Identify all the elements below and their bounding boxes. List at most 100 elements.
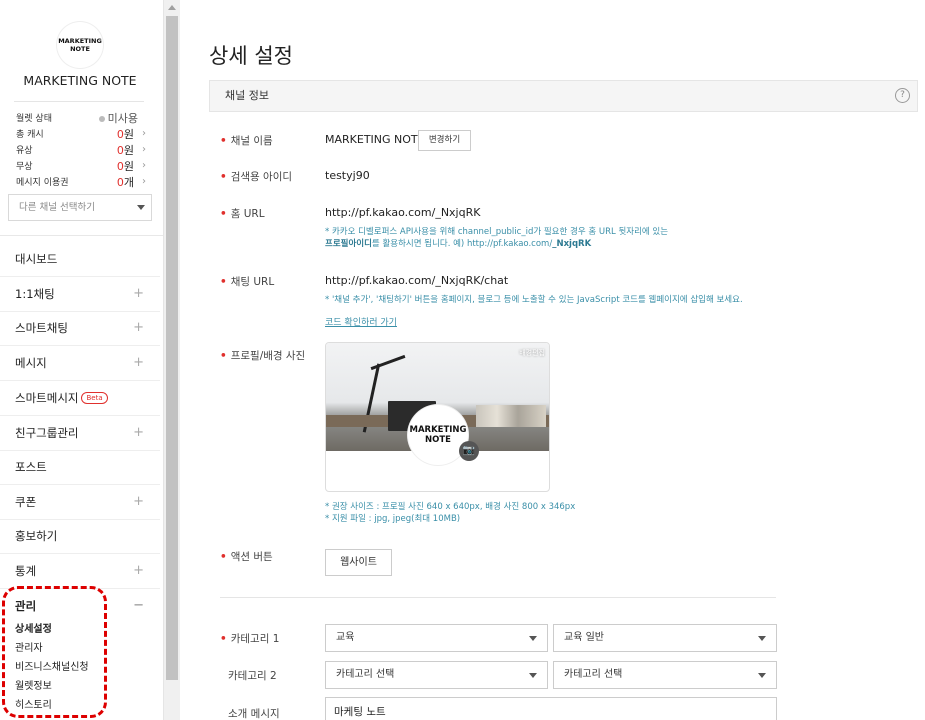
message-voucher-label: 메시지 이용권 <box>16 178 69 188</box>
code-check-link[interactable]: 코드 확인하러 가기 <box>325 315 397 328</box>
profile-photo[interactable]: MARKETING NOTE <box>408 405 468 465</box>
paid-cash-row[interactable]: 유상 0원 › <box>16 144 150 158</box>
category1-sub-value: 교육 일반 <box>564 632 604 643</box>
help-icon[interactable]: ? <box>895 88 910 103</box>
category1-label: • 카테고리 1 <box>220 631 279 646</box>
menu-smart-message[interactable]: 스마트메시지 Beta <box>0 381 160 416</box>
menu-smart-chat[interactable]: 스마트채팅 + <box>0 311 160 346</box>
channel-select-placeholder: 다른 채널 선택하기 <box>19 202 95 213</box>
channel-select[interactable]: 다른 채널 선택하기 <box>8 194 152 221</box>
category1-sub-select[interactable]: 교육 일반 <box>553 624 777 652</box>
wallet-status-label: 월렛 상태 <box>16 114 52 124</box>
profile-logo-line1: MARKETING <box>409 425 467 435</box>
plus-icon[interactable]: + <box>133 311 144 345</box>
search-id-label: • 검색용 아이디 <box>220 169 292 184</box>
profile-id-term: 프로필아이디 <box>325 239 372 249</box>
message-voucher-row[interactable]: 메시지 이용권 0개 › <box>16 176 150 190</box>
scrollbar-thumb[interactable] <box>166 16 178 680</box>
chat-url-note: * '채널 추가', '채팅하기' 버튼을 홈페이지, 블로그 등에 노출할 수… <box>325 295 743 305</box>
action-button-label: • 액션 버튼 <box>220 549 273 564</box>
plus-icon[interactable]: + <box>133 416 144 450</box>
chevron-right-icon: › <box>142 176 146 187</box>
search-id-label-text: 검색용 아이디 <box>230 171 293 183</box>
free-cash-unit: 원 <box>123 160 134 173</box>
minus-icon[interactable]: − <box>133 589 144 623</box>
photo-note-file: * 지원 파일 : jpg, jpeg(최대 10MB) <box>325 514 461 524</box>
home-url-label-text: 홈 URL <box>230 208 265 220</box>
home-url-note-line1: * 카카오 디벨로퍼스 API사용을 위해 channel_public_id가… <box>325 227 669 237</box>
total-cash-value: 0 <box>116 128 124 141</box>
home-url-value: http://pf.kakao.com/_NxjqRK <box>325 206 481 219</box>
divider <box>14 101 144 102</box>
menu-post[interactable]: 포스트 <box>0 450 160 485</box>
category2-select[interactable]: 카테고리 선택 <box>325 661 548 689</box>
home-url-note: * 카카오 디벨로퍼스 API사용을 위해 channel_public_id가… <box>325 226 668 250</box>
change-name-button[interactable]: 변경하기 <box>418 130 471 151</box>
plus-icon[interactable]: + <box>133 554 144 588</box>
menu-chat[interactable]: 1:1채팅 + <box>0 277 160 312</box>
menu-friend-group[interactable]: 친구그룹관리 + <box>0 416 160 451</box>
menu-coupon[interactable]: 쿠폰 + <box>0 485 160 520</box>
menu-label: 스마트메시지 <box>15 391 79 405</box>
intro-message-label: 소개 메시지 <box>228 708 280 720</box>
sidebar-scrollbar[interactable] <box>164 0 180 720</box>
category1-select[interactable]: 교육 <box>325 624 548 652</box>
total-cash-row[interactable]: 총 캐시 0원 › <box>16 128 150 142</box>
wallet-status-value: 미사용 <box>107 112 138 125</box>
logo-line1: MARKETING <box>58 37 102 45</box>
category2-sub-value: 카테고리 선택 <box>564 669 623 680</box>
paid-cash-label: 유상 <box>16 146 33 156</box>
camera-icon[interactable]: 📷 <box>459 441 479 461</box>
channel-name-label: • 채널 이름 <box>220 133 273 148</box>
section-header: 채널 정보 ? <box>209 80 918 112</box>
scroll-up-icon[interactable] <box>168 5 176 10</box>
menu-label: 홍보하기 <box>15 529 58 543</box>
highlight-annotation <box>2 586 107 718</box>
category2-value: 카테고리 선택 <box>336 669 395 680</box>
channel-name: MARKETING NOTE <box>23 73 137 88</box>
website-action-button[interactable]: 웹사이트 <box>325 549 392 576</box>
beta-badge: Beta <box>81 392 108 404</box>
chevron-right-icon: › <box>142 144 146 155</box>
category2-label: 카테고리 2 <box>228 670 277 682</box>
section-divider <box>220 597 776 598</box>
required-dot-icon: • <box>220 551 227 563</box>
cover-edit-button[interactable]: 배경편집 <box>519 348 545 358</box>
category2-sub-select[interactable]: 카테고리 선택 <box>553 661 777 689</box>
home-url-note-line2: 를 활용하시면 됩니다. 예) http://pf.kakao.com/ <box>371 239 553 249</box>
photo-label: • 프로필/배경 사진 <box>220 348 305 363</box>
free-cash-row[interactable]: 무상 0원 › <box>16 160 150 174</box>
channel-logo[interactable]: MARKETING NOTE <box>57 22 103 68</box>
total-cash-label: 총 캐시 <box>16 130 44 140</box>
caret-down-icon <box>529 636 537 641</box>
plus-icon[interactable]: + <box>133 277 144 311</box>
menu-message[interactable]: 메시지 + <box>0 346 160 381</box>
free-cash-label: 무상 <box>16 162 33 172</box>
search-id-value: testyj90 <box>325 169 370 182</box>
chat-url-value: http://pf.kakao.com/_NxjqRK/chat <box>325 274 509 287</box>
profile-section: MARKETING NOTE MARKETING NOTE 월렛 상태 미사용 총… <box>0 0 163 236</box>
status-dot-icon <box>98 116 105 122</box>
plus-icon[interactable]: + <box>133 485 144 519</box>
channel-name-value: MARKETING NOTE <box>325 133 425 146</box>
menu-dashboard[interactable]: 대시보드 <box>0 242 160 277</box>
channel-name-label-text: 채널 이름 <box>230 135 273 147</box>
menu-promote[interactable]: 홍보하기 <box>0 519 160 554</box>
photo-note-size: * 권장 사이즈 : 프로필 사진 640 x 640px, 배경 사진 800… <box>325 502 576 512</box>
profile-logo-line2: NOTE <box>425 435 451 445</box>
required-dot-icon: • <box>220 135 227 147</box>
intro-message-input[interactable]: 마케팅 노트 <box>325 697 777 720</box>
chevron-right-icon: › <box>142 128 146 139</box>
menu-label: 통계 <box>15 564 37 578</box>
free-cash-value: 0 <box>116 160 124 173</box>
plus-icon[interactable]: + <box>133 346 144 380</box>
photo-label-text: 프로필/배경 사진 <box>230 350 306 362</box>
caret-down-icon <box>137 205 145 210</box>
menu-label: 메시지 <box>15 356 47 370</box>
required-dot-icon: • <box>220 171 227 183</box>
action-button-label-text: 액션 버튼 <box>230 551 273 563</box>
paid-cash-value: 0 <box>116 144 124 157</box>
menu-label: 쿠폰 <box>15 495 37 509</box>
menu-stats[interactable]: 통계 + <box>0 554 160 589</box>
category1-label-text: 카테고리 1 <box>230 633 280 645</box>
